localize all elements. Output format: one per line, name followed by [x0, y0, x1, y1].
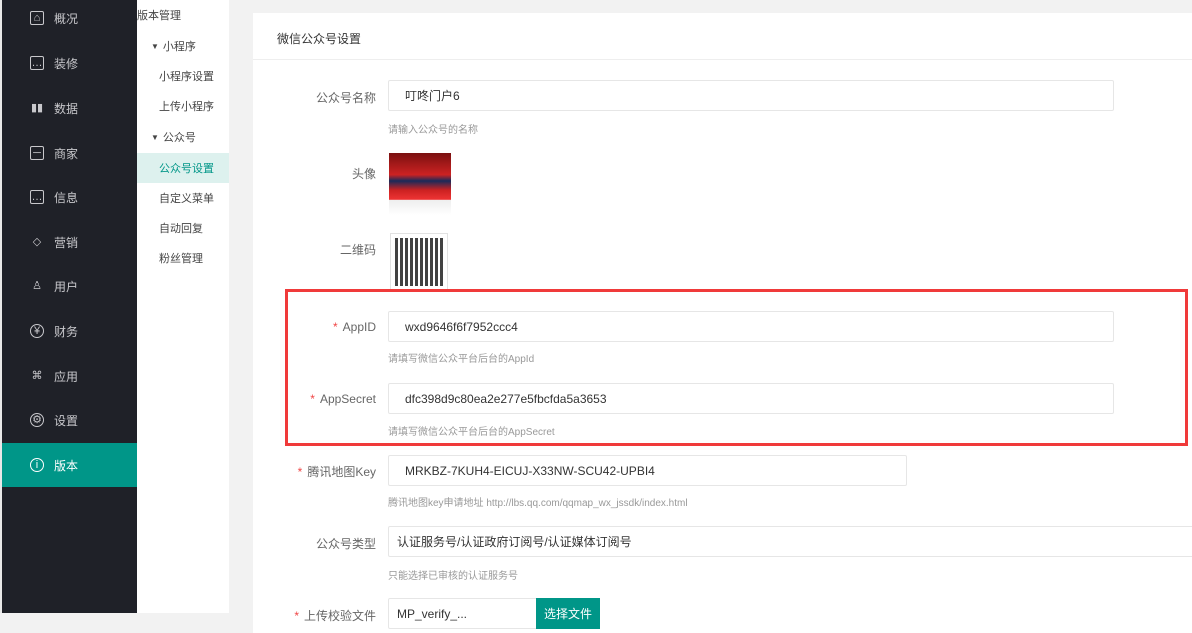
- qrcode-image[interactable]: [390, 233, 448, 291]
- submenu-custom-menu[interactable]: 自定义菜单: [137, 183, 229, 213]
- gear-icon: ⚙: [30, 413, 44, 427]
- qrcode-label: 二维码: [339, 243, 376, 257]
- message-icon: …: [30, 56, 44, 70]
- mapkey-input[interactable]: MRKBZ-7KUH4-EICUJ-X33NW-SCU42-UPBI4: [388, 455, 907, 486]
- submenu-group-official[interactable]: ▼ 公众号: [137, 122, 229, 152]
- sidebar-item-settings[interactable]: ⚙ 设置: [2, 398, 137, 442]
- chat-icon: …: [30, 190, 44, 204]
- submenu-mini-settings[interactable]: 小程序设置: [137, 61, 229, 91]
- shop-icon: ─: [30, 146, 44, 160]
- choose-file-button[interactable]: 选择文件: [536, 598, 601, 629]
- mapkey-hint: 腾讯地图key申请地址 http://lbs.qq.com/qqmap_wx_j…: [388, 498, 688, 509]
- submenu-group-miniprogram[interactable]: ▼ 小程序: [137, 31, 229, 61]
- type-hint: 只能选择已审核的认证服务号: [388, 571, 518, 582]
- caret-down-icon: ▼: [151, 41, 159, 51]
- sidebar-item-marketing[interactable]: ◇ 营销: [2, 220, 137, 264]
- sidebar-item-data[interactable]: ▮▮ 数据: [2, 86, 137, 130]
- mapkey-label: * 腾讯地图Key: [297, 465, 376, 479]
- info-icon: i: [30, 458, 44, 472]
- main-sidebar: ⌂ 概况 … 装修 ▮▮ 数据 ─ 商家 … 信息 ◇ 营销 ♙ 用户 ¥ 财务 ⌘ 应用 ⚙ 设置…: [0, 0, 137, 613]
- card-title: 微信公众号设置: [253, 13, 1192, 60]
- name-input[interactable]: 叮咚门户6: [388, 80, 1114, 111]
- yen-icon: ¥: [30, 324, 44, 338]
- apps-icon: ⌘: [31, 369, 43, 382]
- submenu-version-mgmt[interactable]: 版本管理: [137, 0, 229, 30]
- bar-chart-icon: ▮▮: [30, 101, 44, 114]
- sidebar-item-version[interactable]: i 版本: [2, 443, 137, 487]
- avatar-label: 头像: [351, 167, 376, 181]
- name-label: 公众号名称: [315, 91, 376, 105]
- sidebar-item-apps[interactable]: ⌘ 应用: [2, 354, 137, 398]
- type-select[interactable]: 认证服务号/认证政府订阅号/认证媒体订阅号: [388, 526, 1192, 557]
- caret-down-icon: ▼: [151, 132, 159, 142]
- dashboard-icon: ⌂: [30, 11, 44, 25]
- sidebar-item-users[interactable]: ♙ 用户: [2, 264, 137, 308]
- submenu-auto-reply[interactable]: 自动回复: [137, 213, 229, 243]
- user-icon: ♙: [32, 279, 42, 292]
- sidebar-item-shop[interactable]: ─ 商家: [2, 131, 137, 175]
- sidebar-item-messages[interactable]: … 信息: [2, 175, 137, 219]
- upload-label: * 上传校验文件: [294, 609, 376, 623]
- upload-file-input[interactable]: MP_verify_...: [388, 598, 538, 629]
- sidebar-item-overview[interactable]: ⌂ 概况: [2, 0, 137, 40]
- tag-icon: ◇: [32, 235, 42, 248]
- avatar-image[interactable]: [389, 153, 451, 215]
- highlight-box: [285, 289, 1188, 446]
- name-hint: 请输入公众号的名称: [388, 125, 478, 136]
- sidebar-item-decorate[interactable]: … 装修: [2, 41, 137, 85]
- type-label: 公众号类型: [315, 537, 376, 551]
- sidebar-item-finance[interactable]: ¥ 财务: [2, 309, 137, 353]
